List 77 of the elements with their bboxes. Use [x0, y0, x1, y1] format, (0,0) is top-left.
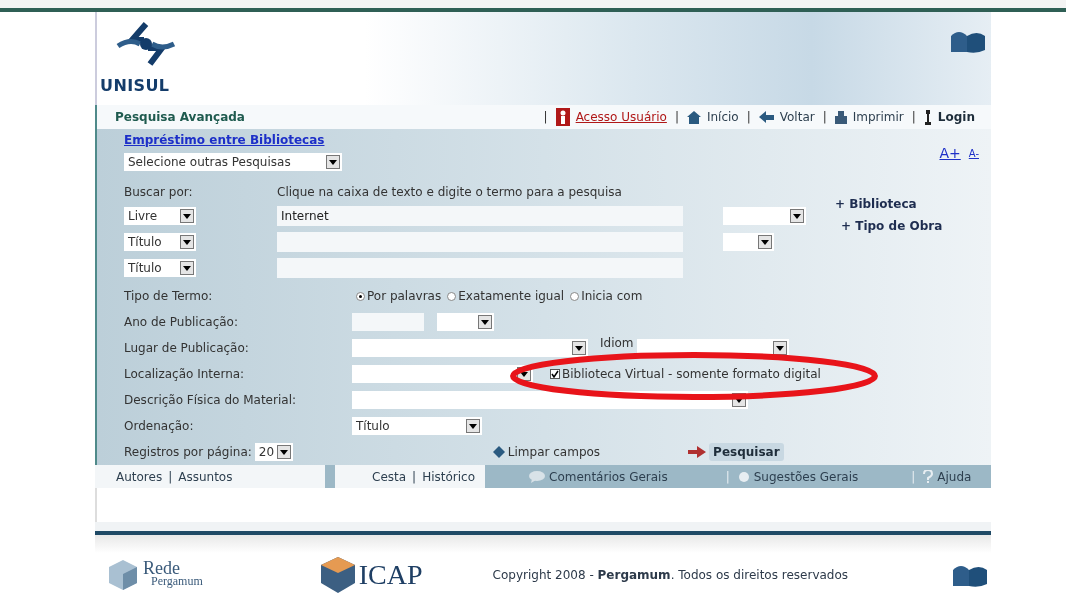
text-field[interactable]	[277, 232, 683, 252]
key-icon	[923, 109, 932, 125]
help-icon	[923, 469, 934, 484]
radio-button[interactable]	[570, 291, 580, 301]
search-button[interactable]: Pesquisar	[709, 443, 784, 461]
field-label: Registros por página:	[124, 444, 252, 461]
loan-link[interactable]: Empréstimo entre Bibliotecas	[124, 131, 342, 149]
bottom-link[interactable]: Ajuda	[937, 467, 972, 486]
field-label: Ano de Publicação:	[124, 314, 239, 331]
nav-link[interactable]: Login	[937, 108, 975, 126]
separator: |	[911, 109, 916, 126]
logo-text: Rede	[143, 562, 180, 575]
printer-icon	[834, 110, 847, 124]
nav-link[interactable]: Acesso Usuário	[575, 108, 667, 126]
bottom-link[interactable]: Autores	[116, 467, 163, 486]
diamond-icon	[492, 446, 505, 458]
separator: |	[543, 109, 548, 126]
bottom-link[interactable]: Assuntos	[178, 467, 233, 486]
separator: |	[911, 468, 916, 486]
dropdown[interactable]	[723, 207, 806, 225]
expand-link[interactable]: + Biblioteca	[835, 195, 985, 213]
text-field[interactable]	[277, 258, 683, 278]
radio-label[interactable]: Por palavras	[367, 287, 442, 305]
field-dropdown[interactable]: Livre	[124, 207, 196, 225]
text-field[interactable]: Internet	[277, 206, 683, 226]
separator: |	[822, 109, 827, 126]
back-arrow-icon	[758, 111, 774, 123]
bottom-link[interactable]: Cesta	[372, 467, 407, 486]
cube-logo-icon	[109, 560, 137, 590]
radio-label[interactable]: Inicia com	[581, 287, 643, 305]
field-label: Idiom	[600, 337, 634, 349]
font-size-link[interactable]: A+	[939, 143, 961, 164]
field-label: Buscar por:	[124, 184, 194, 201]
page-size-dropdown[interactable]: 20	[254, 443, 293, 461]
logo-text: Pergamum	[151, 575, 203, 588]
separator: |	[725, 468, 730, 486]
field-label: Ordenação:	[124, 418, 195, 435]
page-title: Pesquisa Avançada	[115, 109, 245, 126]
cube-logo-icon	[320, 557, 355, 593]
separator: |	[168, 468, 173, 486]
separator: |	[412, 468, 417, 486]
clear-fields-link[interactable]: Limpar campos	[507, 443, 601, 461]
search-type-dropdown[interactable]: Selecione outras Pesquisas	[124, 153, 342, 171]
logo-icon	[116, 22, 176, 66]
radio-button[interactable]	[356, 291, 365, 301]
separator: |	[674, 109, 679, 126]
field-label: Tipo de Termo:	[124, 288, 214, 305]
radio-label[interactable]: Exatamente igual	[458, 287, 565, 305]
nav-link[interactable]: Voltar	[779, 108, 815, 126]
user-icon	[555, 108, 570, 126]
separator: |	[746, 109, 751, 126]
speech-bubble-icon	[529, 470, 545, 483]
radio-button[interactable]	[447, 291, 457, 301]
dropdown[interactable]	[352, 365, 533, 383]
bottom-link[interactable]: Comentários Gerais	[549, 467, 668, 486]
field-label: Lugar de Publicação:	[124, 340, 250, 357]
bottom-link[interactable]: Sugestões Gerais	[753, 467, 859, 486]
font-size-link[interactable]: A-	[968, 146, 979, 164]
checkbox[interactable]	[550, 369, 560, 379]
text-field[interactable]	[352, 313, 424, 331]
sort-dropdown[interactable]: Título	[352, 417, 482, 435]
copyright-text: Copyright 2008 - Pergamum. Todos os direitos reservados	[492, 567, 849, 584]
field-label: Localização Interna:	[124, 366, 246, 383]
field-dropdown[interactable]: Título	[124, 233, 196, 251]
field-label: Descrição Física do Material:	[124, 392, 297, 409]
nav-link[interactable]: Imprimir	[852, 108, 904, 126]
expand-link[interactable]: + Tipo de Obra	[841, 217, 985, 235]
hint-text: Clique na caixa de texto e digite o termo para a pesquisa	[277, 184, 622, 201]
nav-link[interactable]: Início	[706, 108, 739, 126]
dropdown[interactable]	[437, 313, 494, 331]
field-dropdown[interactable]: Título	[124, 259, 196, 277]
logo-text: ICAP	[358, 558, 423, 592]
dropdown[interactable]	[723, 233, 774, 251]
bottom-link[interactable]: Histórico	[422, 467, 475, 486]
home-icon	[686, 110, 701, 124]
logo-text: UNISUL	[100, 75, 170, 97]
arrow-right-icon	[688, 446, 707, 458]
